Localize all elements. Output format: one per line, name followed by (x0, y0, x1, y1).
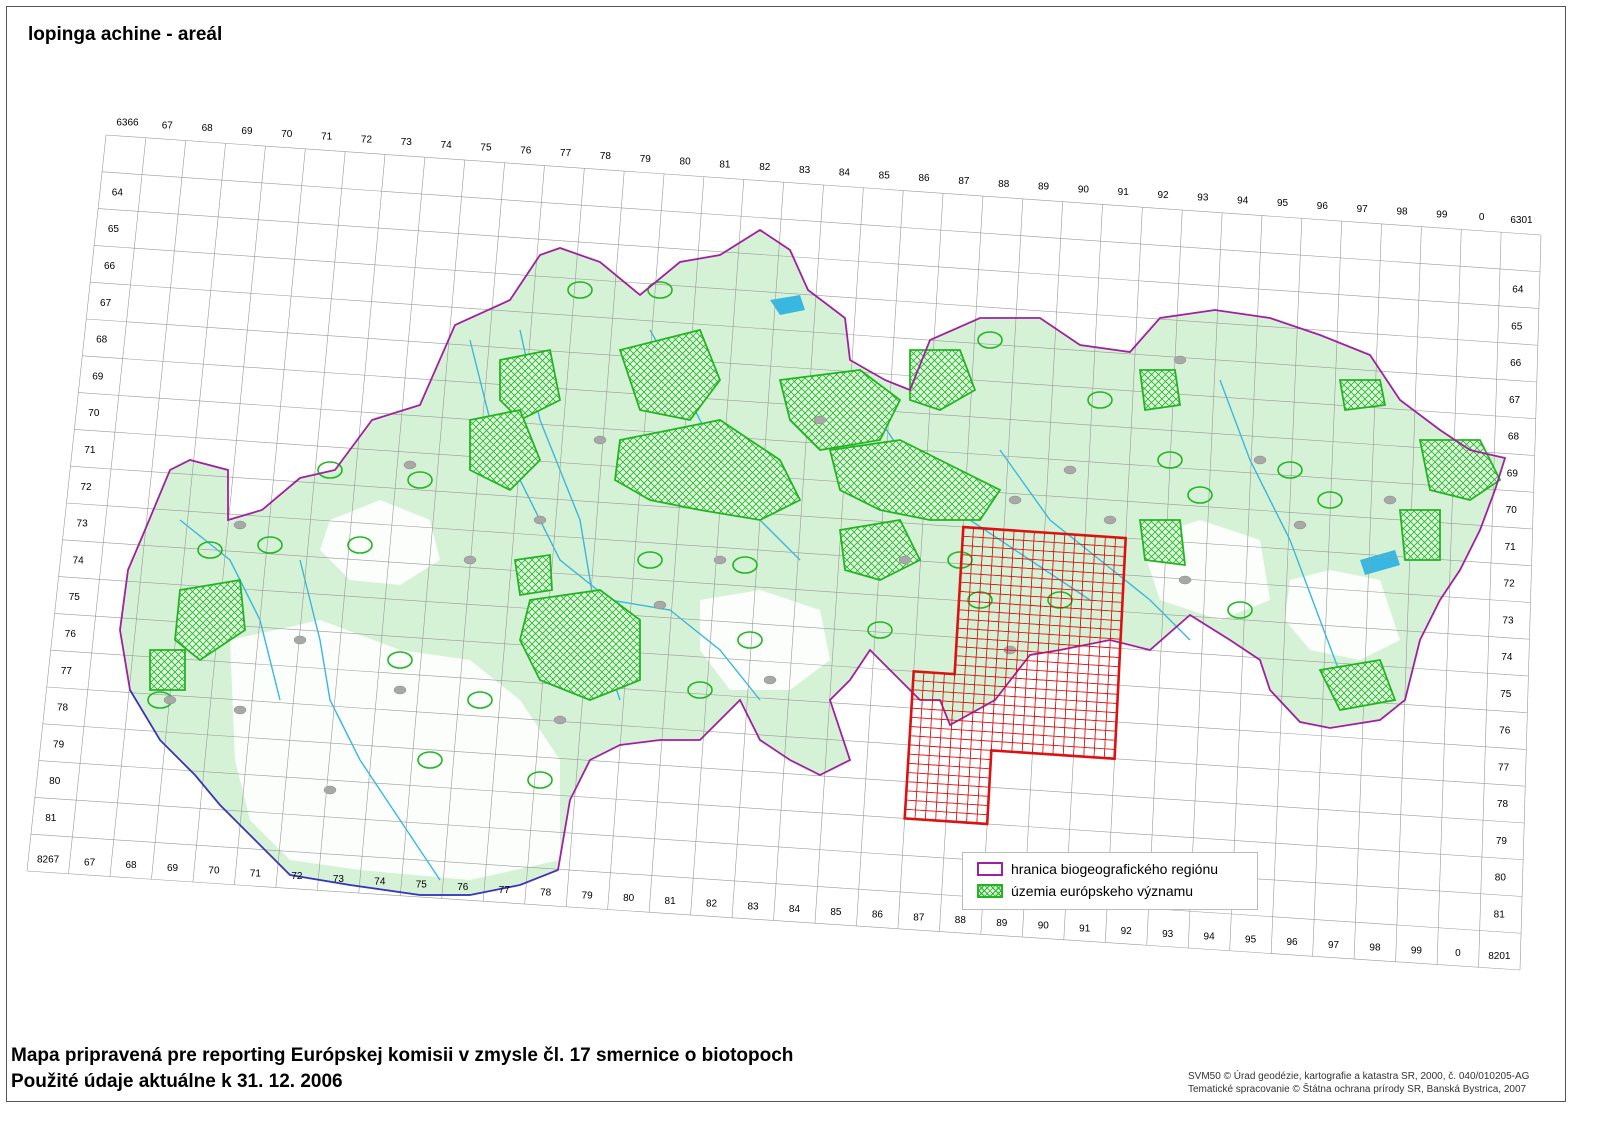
map-title: lopinga achine - areál (28, 24, 223, 45)
footer-note-1: Mapa pripravená pre reporting Európskej … (11, 1045, 794, 1066)
legend: hranica biogeografického regiónu územia … (962, 852, 1258, 910)
sites-swatch-icon (977, 884, 1003, 898)
legend-label-border: hranica biogeografického regiónu (1011, 861, 1219, 877)
legend-item-border: hranica biogeografického regiónu (977, 861, 1218, 877)
map-frame (6, 6, 1566, 1102)
border-swatch-icon (977, 862, 1003, 876)
footer-note-2: Použité údaje aktuálne k 31. 12. 2006 (11, 1071, 343, 1092)
legend-item-sites: územia európskeho významu (977, 883, 1193, 899)
credit-line-1: SVM50 © Úrad geodézie, kartografie a kat… (1188, 1071, 1530, 1082)
credit-line-2: Tematické spracovanie © Štátna ochrana p… (1188, 1084, 1527, 1095)
legend-label-sites: územia európskeho významu (1011, 883, 1194, 899)
